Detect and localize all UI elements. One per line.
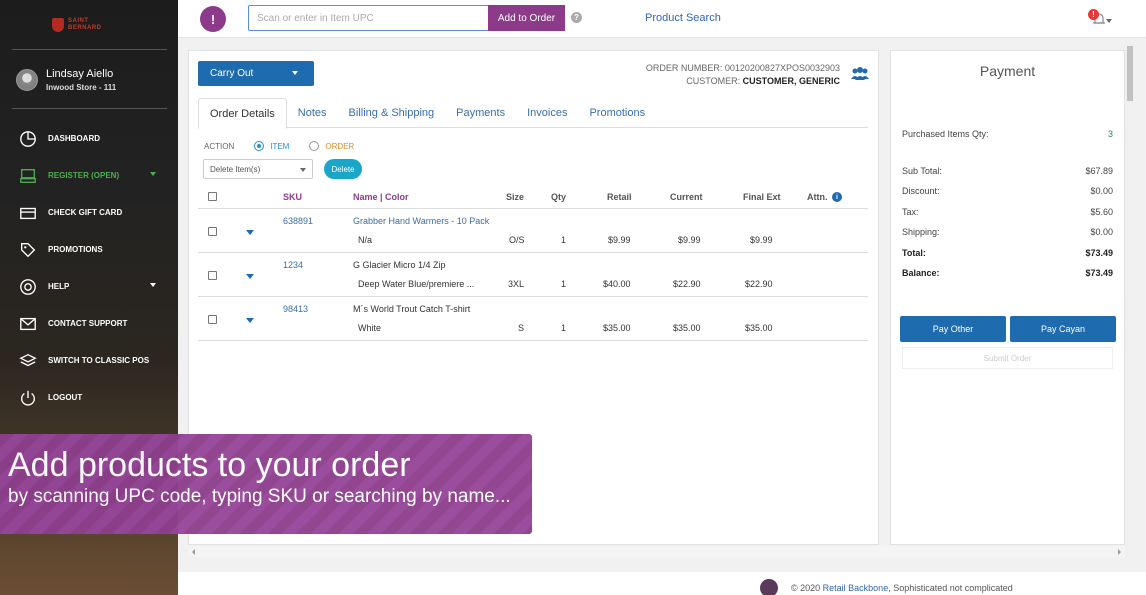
total: Total: $73.49 <box>902 248 1113 258</box>
scan-upc-input[interactable] <box>248 5 489 31</box>
discount: Discount: $0.00 <box>902 186 1113 196</box>
scroll-right-icon[interactable] <box>1118 549 1121 555</box>
delete-button[interactable]: Delete <box>324 159 362 179</box>
tab-order-details[interactable]: Order Details <box>198 98 287 129</box>
sidebar-divider <box>12 108 167 109</box>
sidebar-item-check-gift-card[interactable]: CHECK GIFT CARD <box>0 194 178 231</box>
service-type-dropdown[interactable]: Carry Out <box>198 61 314 86</box>
sidebar-nav: DASHBOARD REGISTER (OPEN) CHECK GIFT CAR… <box>0 120 178 416</box>
row-checkbox[interactable] <box>208 271 217 280</box>
row-checkbox[interactable] <box>208 227 217 236</box>
chevron-down-icon <box>150 172 156 176</box>
vertical-scrollbar[interactable] <box>1125 38 1135 558</box>
caption-title: Add products to your order <box>8 446 411 484</box>
order-number: 00120200827XPOS0032903 <box>724 63 840 73</box>
tab-notes[interactable]: Notes <box>287 98 338 128</box>
action-row: ACTION ITEM ORDER <box>204 141 355 151</box>
scroll-thumb[interactable] <box>1127 46 1133 101</box>
sidebar-item-help[interactable]: HELP <box>0 268 178 305</box>
row-checkbox[interactable] <box>208 315 217 324</box>
subtotal: Sub Total: $67.89 <box>902 166 1113 176</box>
customer-name: CUSTOMER, GENERIC <box>742 76 840 86</box>
sidebar-item-promotions[interactable]: PROMOTIONS <box>0 231 178 268</box>
notification-badge: ! <box>1088 9 1099 20</box>
sidebar-item-contact-support[interactable]: CONTACT SUPPORT <box>0 305 178 342</box>
shipping: Shipping: $0.00 <box>902 227 1113 237</box>
chevron-down-icon <box>150 283 156 287</box>
table-row[interactable]: 638891 Grabber Hand Warmers - 10 Pack N/… <box>198 209 868 253</box>
submit-order-button[interactable]: Submit Order <box>902 347 1113 369</box>
balance: Balance: $73.49 <box>902 268 1113 278</box>
chevron-down-icon <box>292 71 298 75</box>
tab-billing-shipping[interactable]: Billing & Shipping <box>338 98 446 128</box>
top-bar: ! Add to Order ? Product Search ! <box>178 0 1146 38</box>
scroll-left-icon[interactable] <box>192 549 195 555</box>
sidebar-item-logout[interactable]: LOGOUT <box>0 379 178 416</box>
radio-order[interactable] <box>309 141 320 151</box>
expand-caret-icon[interactable] <box>246 318 254 323</box>
tag-icon <box>18 240 38 260</box>
pie-chart-icon <box>18 129 38 149</box>
tax: Tax: $5.60 <box>902 207 1113 217</box>
pay-cayan-button[interactable]: Pay Cayan <box>1010 316 1116 342</box>
customers-icon[interactable] <box>851 67 869 81</box>
order-tabs: Order Details Notes Billing & Shipping P… <box>198 98 868 129</box>
brand-logo[interactable]: SAINT BERNARD <box>52 14 118 36</box>
retail-backbone-link[interactable]: Retail Backbone <box>823 583 889 593</box>
footer: © 2020 Retail Backbone, Sophisticated no… <box>178 572 1146 595</box>
payment-title: Payment <box>979 63 1036 79</box>
action-select[interactable]: Delete Item(s) <box>203 159 313 179</box>
notifications-button[interactable]: ! <box>1088 9 1112 28</box>
info-icon[interactable]: i <box>832 192 842 202</box>
tab-promotions[interactable]: Promotions <box>578 98 656 128</box>
table-row[interactable]: 98413 M´s World Trout Catch T-shirt Whit… <box>198 297 868 341</box>
radio-item[interactable] <box>254 141 265 151</box>
help-icon[interactable]: ? <box>571 12 582 23</box>
expand-caret-icon[interactable] <box>246 230 254 235</box>
footer-logo <box>760 579 778 595</box>
user-name: Lindsay Aiello <box>46 68 114 80</box>
product-search-link[interactable]: Product Search <box>645 12 721 24</box>
payment-panel: Payment Purchased Items Qty: 3 Sub Total:… <box>890 50 1125 545</box>
horizontal-scrollbar[interactable] <box>188 546 1125 557</box>
register-icon <box>18 166 38 186</box>
card-icon <box>18 203 38 223</box>
lifebuoy-icon <box>18 277 38 297</box>
tab-payments[interactable]: Payments <box>445 98 516 128</box>
expand-caret-icon[interactable] <box>246 274 254 279</box>
add-to-order-button[interactable]: Add to Order <box>488 5 565 31</box>
select-all-checkbox[interactable] <box>208 192 217 201</box>
chevron-down-icon <box>300 168 306 172</box>
user-store: Inwood Store - 111 <box>46 83 117 92</box>
tutorial-caption: Add products to your order by scanning U… <box>0 434 532 534</box>
order-items-table: SKU Name | Color Size Qty Retail Current… <box>198 185 868 341</box>
table-row[interactable]: 1234 G Glacier Micro 1/4 Zip Deep Water … <box>198 253 868 297</box>
avatar <box>16 69 38 91</box>
order-info: ORDER NUMBER: 00120200827XPOS0032903 CUS… <box>645 63 840 86</box>
alert-menu-button[interactable]: ! <box>200 6 226 32</box>
caption-subtitle: by scanning UPC code, typing SKU or sear… <box>8 486 511 507</box>
sidebar-item-dashboard[interactable]: DASHBOARD <box>0 120 178 157</box>
table-header: SKU Name | Color Size Qty Retail Current… <box>198 185 868 209</box>
pay-other-button[interactable]: Pay Other <box>900 316 1006 342</box>
purchased-qty: Purchased Items Qty: 3 <box>902 129 1113 139</box>
tab-invoices[interactable]: Invoices <box>516 98 578 128</box>
user-profile[interactable]: Lindsay Aiello Inwood Store - 111 <box>16 68 116 92</box>
layers-icon <box>18 351 38 371</box>
chevron-down-icon <box>1106 19 1112 23</box>
sidebar-divider <box>12 49 167 50</box>
footer-text: © 2020 Retail Backbone, Sophisticated no… <box>791 583 1013 593</box>
sidebar-item-register[interactable]: REGISTER (OPEN) <box>0 157 178 194</box>
envelope-icon <box>18 314 38 334</box>
shield-icon <box>52 18 64 32</box>
power-icon <box>18 388 38 408</box>
sidebar-item-switch-classic[interactable]: SWITCH TO CLASSIC POS <box>0 342 178 379</box>
